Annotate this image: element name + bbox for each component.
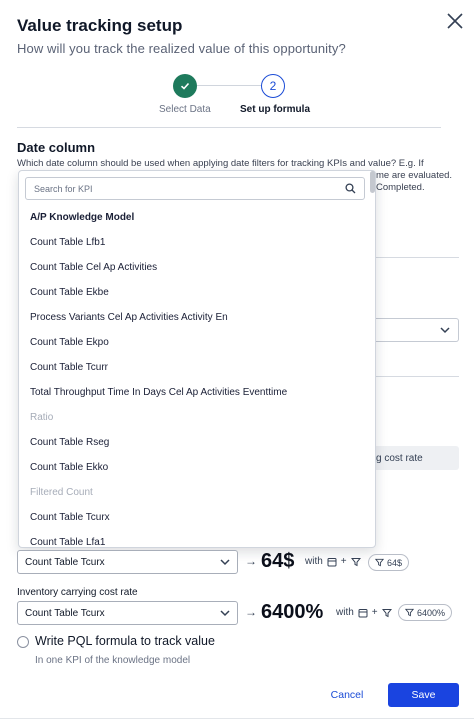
step-2-label: Set up formula — [240, 104, 311, 115]
modal-subtitle: How will you track the realized value of… — [17, 41, 346, 56]
pql-option-sub: In one KPI of the knowledge model — [35, 655, 191, 666]
inventory-label: Inventory carrying cost rate — [17, 587, 138, 598]
dropdown-option[interactable]: Count Table Ekbe — [30, 287, 109, 298]
pql-radio[interactable] — [17, 636, 29, 648]
with-label: with — [336, 607, 354, 618]
kpi-select-1-value: Count Table Tcurx — [25, 556, 105, 568]
kpi-pill-text: g cost rate — [376, 452, 423, 464]
filter-icon[interactable] — [381, 608, 392, 618]
dropdown-group-header: Ratio — [30, 412, 54, 423]
plus-sign: + — [340, 556, 347, 567]
chevron-down-icon — [220, 559, 230, 566]
dropdown-group-header: A/P Knowledge Model — [30, 212, 135, 223]
dropdown-scrollbar[interactable] — [370, 171, 375, 193]
plus-sign: + — [371, 607, 378, 618]
kpi-pill[interactable]: g cost rate — [376, 446, 459, 470]
section-divider — [376, 257, 459, 258]
chevron-down-icon — [440, 327, 450, 334]
chevron-down-icon — [220, 610, 230, 617]
row-2-value: 6400% — [261, 601, 324, 623]
cancel-button[interactable]: Cancel — [324, 686, 370, 704]
date-column-description: Which date column should be used when ap… — [17, 158, 424, 169]
chip-value: 64$ — [387, 557, 403, 568]
search-icon — [345, 183, 356, 194]
filter-icon — [375, 558, 384, 567]
dropdown-option[interactable]: Total Throughput Time In Days Cel Ap Act… — [30, 387, 287, 398]
kpi-select-2[interactable]: Count Table Tcurx — [17, 601, 238, 625]
filter-icon — [405, 608, 414, 617]
description-fragment-3: Completed. — [376, 182, 425, 193]
row-1-with: with + — [305, 556, 361, 567]
step-complete-check-icon[interactable] — [173, 74, 197, 98]
dropdown-group-header: Filtered Count — [30, 487, 93, 498]
chip-value: 6400% — [417, 607, 446, 618]
kpi-search-box[interactable] — [25, 177, 365, 200]
save-button[interactable]: Save — [388, 683, 459, 707]
calendar-icon[interactable] — [327, 557, 337, 567]
calendar-icon[interactable] — [358, 608, 368, 618]
dropdown-option[interactable]: Count Table Ekko — [30, 462, 108, 473]
modal-title: Value tracking setup — [17, 16, 183, 35]
dropdown-option[interactable]: Count Table Lfb1 — [30, 237, 105, 248]
arrow-right-icon: → — [245, 554, 257, 568]
date-column-title: Date column — [17, 140, 96, 155]
pql-option-label[interactable]: Write PQL formula to track value — [35, 634, 215, 648]
step-1-label: Select Data — [159, 104, 211, 115]
footer-divider — [0, 718, 474, 719]
header-divider — [17, 127, 441, 128]
description-fragment-2: me are evaluated. — [376, 170, 453, 181]
stepper-connector — [197, 85, 261, 86]
dropdown-option[interactable]: Count Table Lfa1 — [30, 537, 105, 547]
arrow-right-icon: → — [245, 605, 257, 619]
row-1-value: 64$ — [261, 550, 295, 572]
date-column-select[interactable] — [376, 318, 459, 342]
dropdown-option[interactable]: Count Table Cel Ap Activities — [30, 262, 157, 273]
close-icon[interactable] — [444, 10, 466, 32]
kpi-dropdown: A/P Knowledge Model Count Table Lfb1 Count… — [18, 170, 376, 548]
row-1-filter-chip[interactable]: 64$ — [368, 554, 410, 571]
row-2-filter-chip[interactable]: 6400% — [398, 604, 453, 621]
section-divider — [376, 376, 459, 377]
step-2-indicator[interactable]: 2 — [261, 74, 285, 98]
with-label: with — [305, 556, 323, 567]
dropdown-option[interactable]: Count Table Tcurx — [30, 512, 110, 523]
row-2-with: with + — [336, 607, 392, 618]
dropdown-option[interactable]: Process Variants Cel Ap Activities Activ… — [30, 312, 228, 323]
dropdown-option[interactable]: Count Table Ekpo — [30, 337, 109, 348]
kpi-select-2-value: Count Table Tcurx — [25, 607, 105, 619]
kpi-search-input[interactable] — [34, 183, 345, 194]
dropdown-option[interactable]: Count Table Rseg — [30, 437, 109, 448]
dropdown-option[interactable]: Count Table Tcurr — [30, 362, 108, 373]
filter-icon[interactable] — [350, 557, 361, 567]
kpi-select-1[interactable]: Count Table Tcurx — [17, 550, 238, 574]
